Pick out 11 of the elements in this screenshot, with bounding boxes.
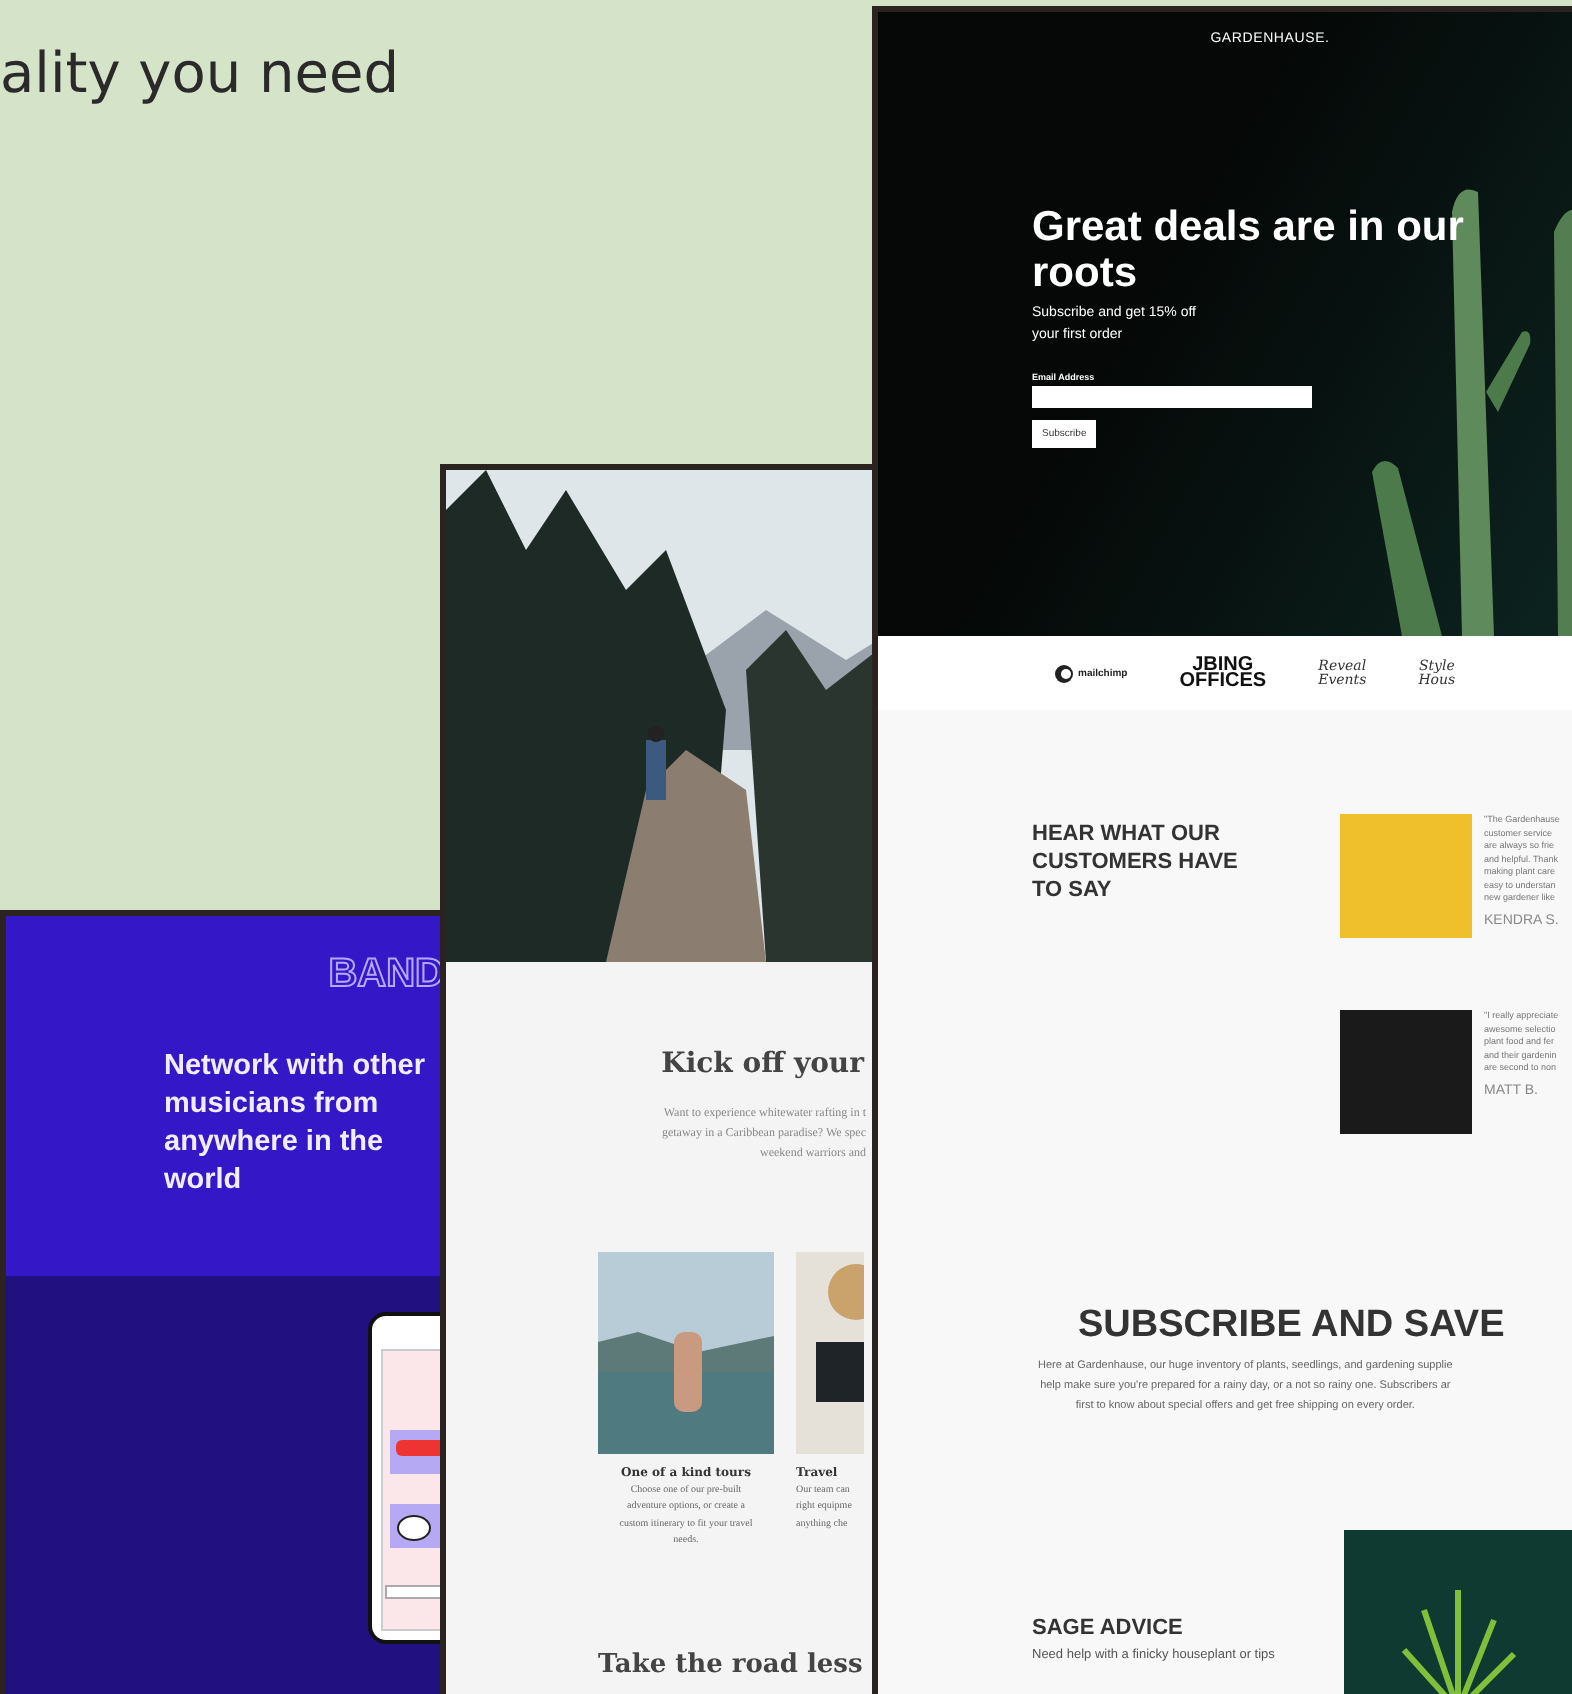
hero-heading: Great deals are in our roots xyxy=(1032,204,1466,296)
band-logo: BAND xyxy=(328,952,444,998)
travel-section-heading: Take the road less xyxy=(596,1650,863,1681)
sage-advice-heading: SAGE ADVICE xyxy=(1032,1616,1185,1640)
travel-heading: Kick off your xyxy=(661,1048,864,1080)
logo: JBING OFFICES xyxy=(1179,657,1267,689)
band-heading: Network with other musicians from anywhere in the world xyxy=(164,1048,428,1200)
testimonials-heading: HEAR WHAT OUR CUSTOMERS HAVE TO SAY xyxy=(1032,820,1240,906)
headline: ality you need xyxy=(0,40,399,106)
email-field[interactable] xyxy=(1032,386,1312,408)
subscribe-heading: SUBSCRIBE AND SAVE xyxy=(1078,1304,1505,1348)
